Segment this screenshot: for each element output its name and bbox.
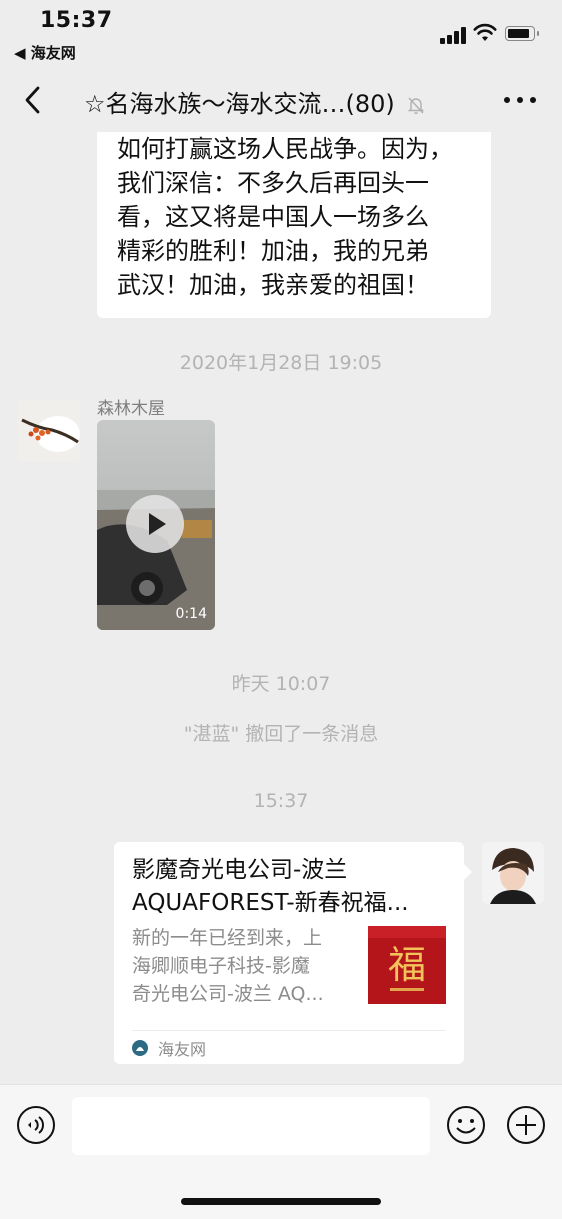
status-bar: 15:37 ◀ 海友网 — [0, 0, 562, 70]
recall-notice: "湛蓝" 撤回了一条消息 — [183, 723, 379, 745]
chat-area[interactable]: 如何打赢这场人民战争。因为， 我们深信：不多久后再回头一 看，这又将是中国人一场… — [0, 132, 562, 1084]
message-line: 如何打赢这场人民战争。因为， — [117, 135, 453, 163]
card-desc-line: 新的一年已经到来，上 — [132, 927, 323, 949]
card-divider — [132, 1030, 446, 1031]
back-arrow-icon[interactable] — [20, 84, 48, 116]
text-message-bubble[interactable]: 如何打赢这场人民战争。因为， 我们深信：不多久后再回头一 看，这又将是中国人一场… — [97, 132, 491, 318]
mute-bell-icon — [408, 97, 425, 114]
sender-name: 森林木屋 — [97, 399, 165, 419]
video-duration: 0:14 — [175, 606, 207, 622]
card-description: 新的一年已经到来，上 海卿顺电子科技-影魔 奇光电公司-波兰 AQ... — [132, 924, 354, 1008]
link-card[interactable]: 影魔奇光电公司-波兰 AQUAFOREST-新春祝福... 新的一年已经到来，上… — [114, 842, 472, 1064]
card-source-name: 海友网 — [158, 1040, 207, 1059]
wifi-icon — [473, 23, 497, 41]
avatar-image — [482, 842, 544, 904]
message-line: 我们深信：不多久后再回头一 — [117, 169, 429, 197]
more-dots-icon[interactable] — [504, 94, 536, 106]
battery-icon — [505, 26, 539, 41]
avatar-image — [18, 400, 80, 462]
member-count: (80) — [345, 90, 395, 118]
avatar[interactable] — [482, 842, 544, 904]
play-icon — [149, 513, 166, 535]
plus-icon[interactable] — [506, 1105, 546, 1145]
message-line: 精彩的胜利！加油，我的兄弟 — [117, 237, 429, 265]
card-source: 海友网 — [132, 1036, 206, 1060]
signal-icon — [440, 26, 468, 44]
card-thumbnail: 福 — [368, 926, 446, 1004]
card-title-line: AQUAFOREST-新春祝福... — [132, 890, 409, 916]
thumbnail-fu-char: 福 — [388, 943, 426, 987]
message-line: 武汉！加油，我亲爱的祖国！ — [117, 271, 429, 299]
nav-bar: ☆名海水族～海水交流…(80) — [0, 70, 562, 132]
avatar[interactable] — [18, 400, 80, 462]
card-desc-line: 奇光电公司-波兰 AQ... — [132, 983, 324, 1005]
card-desc-line: 海卿顺电子科技-影魔 — [132, 955, 310, 977]
chat-title-text: ☆名海水族～海水交流… — [84, 90, 346, 118]
timestamp: 2020年1月28日 19:05 — [179, 352, 383, 374]
emoji-icon[interactable] — [446, 1105, 486, 1145]
thumbnail-image: 福 — [368, 926, 446, 1004]
card-title-line: 影魔奇光电公司-波兰 — [132, 857, 348, 883]
home-indicator[interactable] — [181, 1198, 381, 1205]
card-title: 影魔奇光电公司-波兰 AQUAFOREST-新春祝福... — [132, 854, 452, 920]
voice-icon[interactable] — [16, 1105, 56, 1145]
status-time: 15:37 — [40, 8, 113, 33]
chat-title[interactable]: ☆名海水族～海水交流…(80) — [84, 84, 454, 119]
back-to-app-link[interactable]: ◀ 海友网 — [14, 42, 76, 63]
source-logo-icon — [132, 1040, 148, 1056]
timestamp: 昨天 10:07 — [231, 673, 331, 695]
video-message[interactable]: 0:14 — [97, 420, 215, 630]
message-input[interactable] — [72, 1097, 430, 1155]
timestamp: 15:37 — [253, 790, 309, 812]
message-line: 看，这又将是中国人一场多么 — [117, 203, 429, 231]
play-button[interactable] — [126, 495, 184, 553]
